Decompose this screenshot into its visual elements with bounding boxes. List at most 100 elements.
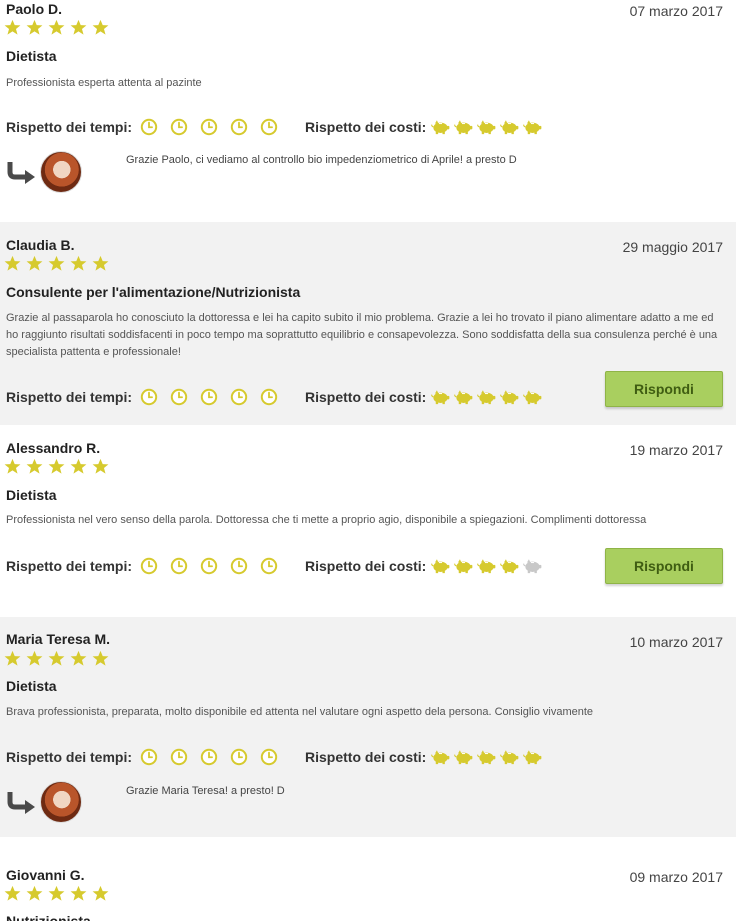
star-rating	[4, 458, 109, 476]
piggy-bank-icon	[477, 558, 496, 574]
tempi-rating	[140, 748, 278, 766]
avatar	[40, 151, 82, 193]
star-icon	[4, 458, 21, 475]
tempi-label: Rispetto dei tempi:	[6, 119, 133, 135]
piggy-bank-icon	[523, 389, 542, 405]
clock-icon	[140, 388, 158, 406]
piggy-bank-empty-icon	[523, 558, 542, 574]
clock-icon	[170, 388, 188, 406]
review-card: Alessandro R. 19 marzo 2017 Dietista Pro…	[0, 425, 736, 617]
star-icon	[92, 650, 109, 667]
clock-icon	[260, 748, 278, 766]
specialty-title: Dietista	[6, 678, 57, 694]
star-icon	[70, 885, 87, 902]
review-date: 10 marzo 2017	[629, 634, 723, 650]
piggy-bank-icon	[477, 749, 496, 765]
review-text: Professionista nel vero senso della paro…	[6, 514, 647, 526]
review-date: 09 marzo 2017	[629, 869, 723, 885]
costi-label: Rispetto dei costi:	[305, 389, 427, 405]
piggy-bank-icon	[500, 749, 519, 765]
costi-rating	[431, 389, 542, 405]
tempi-label: Rispetto dei tempi:	[6, 558, 133, 574]
star-icon	[4, 255, 21, 272]
star-icon	[70, 458, 87, 475]
clock-icon	[230, 118, 248, 136]
reviewer-name: Paolo D.	[6, 1, 63, 17]
costi-rating	[431, 749, 542, 765]
tempi-rating	[140, 388, 278, 406]
clock-icon	[200, 118, 218, 136]
clock-icon	[200, 557, 218, 575]
clock-icon	[200, 388, 218, 406]
reply-arrow-icon	[6, 160, 36, 184]
review-date: 29 maggio 2017	[622, 239, 723, 255]
specialty-title: Dietista	[6, 48, 57, 64]
star-icon	[70, 650, 87, 667]
star-rating	[4, 19, 109, 37]
reply-text: Grazie Paolo, ci vediamo al controllo bi…	[126, 154, 517, 166]
star-icon	[26, 458, 43, 475]
specialty-title: Consulente per l'alimentazione/Nutrizion…	[6, 284, 301, 300]
review-card: Maria Teresa M. 10 marzo 2017 Dietista B…	[0, 617, 736, 837]
piggy-bank-icon	[431, 119, 450, 135]
reviewer-name: Maria Teresa M.	[6, 631, 111, 647]
review-card: Claudia B. 29 maggio 2017 Consulente per…	[0, 222, 736, 425]
piggy-bank-icon	[431, 389, 450, 405]
avatar	[40, 781, 82, 823]
clock-icon	[230, 388, 248, 406]
star-icon	[48, 885, 65, 902]
reviewer-name: Giovanni G.	[6, 867, 85, 883]
clock-icon	[140, 748, 158, 766]
clock-icon	[140, 557, 158, 575]
review-text: Brava professionista, preparata, molto d…	[6, 706, 594, 718]
specialty-title: Nutrizionista	[6, 913, 91, 921]
star-icon	[4, 650, 21, 667]
piggy-bank-icon	[454, 558, 473, 574]
piggy-bank-icon	[431, 558, 450, 574]
star-icon	[26, 19, 43, 36]
star-icon	[48, 650, 65, 667]
reply-arrow-icon	[6, 790, 36, 814]
tempi-rating	[140, 118, 278, 136]
reviewer-name: Alessandro R.	[6, 440, 101, 456]
star-icon	[26, 255, 43, 272]
star-icon	[26, 650, 43, 667]
reply-text: Grazie Maria Teresa! a presto! D	[126, 785, 285, 797]
piggy-bank-icon	[500, 389, 519, 405]
costi-label: Rispetto dei costi:	[305, 749, 427, 765]
costi-rating	[431, 558, 542, 574]
clock-icon	[260, 118, 278, 136]
clock-icon	[260, 388, 278, 406]
piggy-bank-icon	[477, 119, 496, 135]
review-date: 07 marzo 2017	[629, 3, 723, 19]
review-text: Professionista esperta attenta al pazint…	[6, 77, 202, 89]
piggy-bank-icon	[431, 749, 450, 765]
clock-icon	[200, 748, 218, 766]
star-icon	[48, 255, 65, 272]
clock-icon	[230, 748, 248, 766]
tempi-label: Rispetto dei tempi:	[6, 749, 133, 765]
reply-button[interactable]: Rispondi	[605, 548, 723, 584]
specialty-title: Dietista	[6, 487, 57, 503]
review-card: Giovanni G. 09 marzo 2017 Nutrizionista	[0, 837, 736, 921]
star-icon	[4, 885, 21, 902]
review-date: 19 marzo 2017	[629, 442, 723, 458]
star-icon	[70, 19, 87, 36]
clock-icon	[170, 557, 188, 575]
reviewer-name: Claudia B.	[6, 237, 75, 253]
piggy-bank-icon	[454, 749, 473, 765]
piggy-bank-icon	[500, 119, 519, 135]
tempi-rating	[140, 557, 278, 575]
star-icon	[92, 19, 109, 36]
star-rating	[4, 650, 109, 668]
reply-button[interactable]: Rispondi	[605, 371, 723, 407]
piggy-bank-icon	[500, 558, 519, 574]
star-rating	[4, 885, 109, 903]
star-icon	[48, 458, 65, 475]
piggy-bank-icon	[477, 389, 496, 405]
clock-icon	[140, 118, 158, 136]
piggy-bank-icon	[523, 119, 542, 135]
clock-icon	[170, 748, 188, 766]
star-icon	[48, 19, 65, 36]
star-icon	[92, 885, 109, 902]
